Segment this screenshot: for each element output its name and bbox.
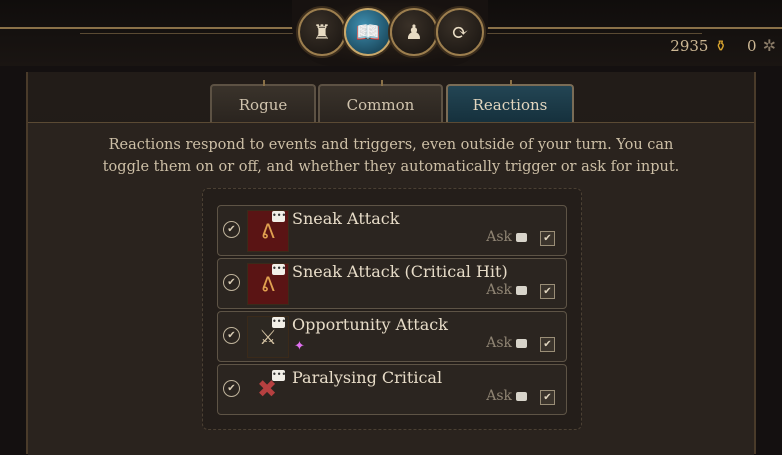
tab-reactions[interactable]: Reactions [446, 80, 574, 123]
reactions-list: ✔ ᕕ ••• Sneak Attack Ask ✔ ✔ ᕕ ••• Sneak… [202, 188, 582, 430]
tab-rogue[interactable]: Rogue [210, 80, 316, 123]
ask-checkbox[interactable]: ✔ [540, 390, 555, 405]
ornament-line-right-thin [482, 33, 702, 34]
tab-pin [380, 80, 383, 86]
reaction-name: Sneak Attack [292, 209, 400, 228]
tab-label: Common [346, 95, 415, 114]
other-amount: 0 [747, 36, 757, 55]
speech-bubble-icon [516, 391, 527, 401]
gear-icon: ✲ [762, 36, 776, 55]
reactions-swirl-icon[interactable]: ⟳ [436, 8, 484, 56]
reaction-name: Opportunity Attack [292, 315, 448, 334]
spark-icon: ✦ [294, 339, 305, 354]
reaction-row-opportunity-attack[interactable]: ✔ ⚔ ••• Opportunity Attack ✦ Ask ✔ [217, 311, 567, 362]
reaction-name: Sneak Attack (Critical Hit) [292, 262, 508, 281]
armor-icon[interactable]: ♜ [298, 8, 346, 56]
tab-pin [263, 80, 265, 86]
ask-label: Ask [486, 229, 527, 245]
speech-bubble-icon [516, 285, 527, 295]
reaction-row-paralysing-critical[interactable]: ✔ ✖ ••• Paralysing Critical Ask ✔ [217, 364, 567, 415]
speech-bubble-icon [516, 232, 527, 242]
ornament-line-left [0, 27, 300, 29]
ask-bubble-icon: ••• [272, 317, 287, 328]
ask-checkbox[interactable]: ✔ [540, 337, 555, 352]
reaction-row-sneak-attack[interactable]: ✔ ᕕ ••• Sneak Attack Ask ✔ [217, 205, 567, 256]
top-bar: ♜ 📖 ♟ ⟳ 2935 ⚱ 0 ✲ [0, 0, 782, 66]
ask-label: Ask [486, 388, 527, 404]
gold-amount: 2935 [670, 36, 709, 55]
reaction-row-sneak-attack-critical[interactable]: ✔ ᕕ ••• Sneak Attack (Critical Hit) Ask … [217, 258, 567, 309]
speech-bubble-icon [516, 338, 527, 348]
enabled-checkbox[interactable]: ✔ [223, 274, 240, 291]
enabled-checkbox[interactable]: ✔ [223, 380, 240, 397]
ask-bubble-icon: ••• [272, 264, 287, 275]
ask-label: Ask [486, 335, 527, 351]
coin-icon: ⚱ [714, 36, 728, 55]
tab-pin [510, 80, 512, 86]
ask-checkbox[interactable]: ✔ [540, 231, 555, 246]
ask-label: Ask [486, 282, 527, 298]
ornament-line-right [482, 27, 782, 29]
character-icon[interactable]: ♟ [390, 8, 438, 56]
ask-bubble-icon: ••• [272, 370, 287, 381]
tab-common[interactable]: Common [318, 80, 443, 123]
tab-label: Reactions [472, 95, 548, 114]
spellbook-icon[interactable]: 📖 [344, 8, 392, 56]
enabled-checkbox[interactable]: ✔ [223, 327, 240, 344]
spellbook-panel: Rogue Common Reactions Reactions respond… [26, 72, 756, 455]
currency-display: 2935 ⚱ 0 ✲ [670, 36, 776, 55]
reaction-name: Paralysing Critical [292, 368, 443, 387]
top-icon-holder: ♜ 📖 ♟ ⟳ [292, 0, 488, 66]
ask-bubble-icon: ••• [272, 211, 287, 222]
tab-label: Rogue [238, 95, 288, 114]
ask-checkbox[interactable]: ✔ [540, 284, 555, 299]
ornament-line-left-thin [80, 33, 300, 34]
reactions-description: Reactions respond to events and triggers… [102, 137, 680, 175]
enabled-checkbox[interactable]: ✔ [223, 221, 240, 238]
